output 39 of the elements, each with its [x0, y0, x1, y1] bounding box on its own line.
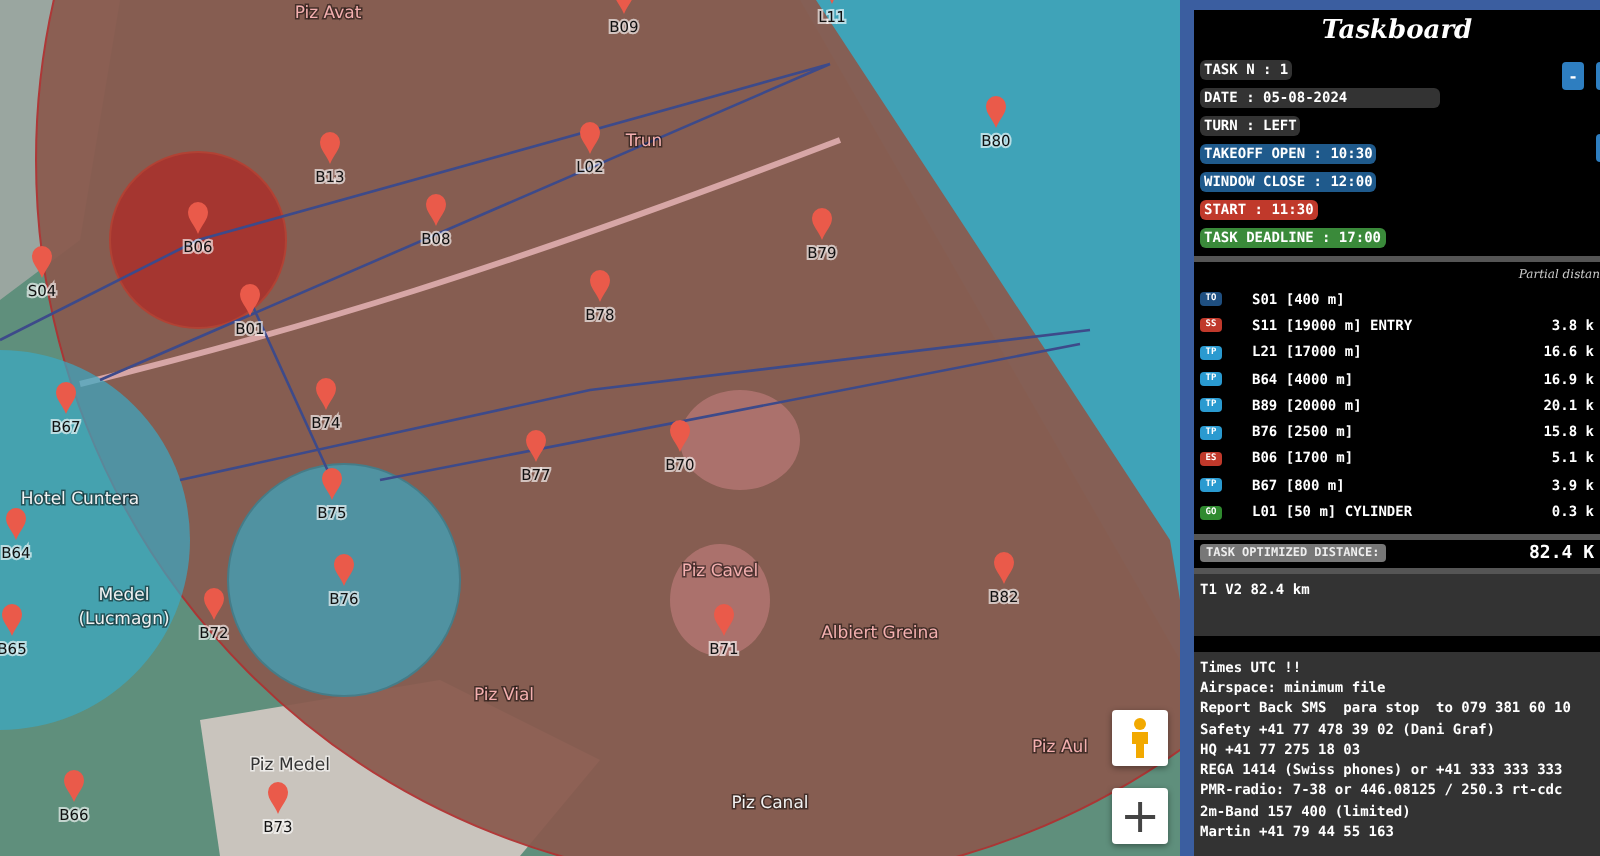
map-pin-icon[interactable]: [590, 270, 610, 302]
place-name: (Lucmagn): [78, 610, 170, 630]
map-pin-icon[interactable]: [240, 284, 260, 316]
map-pin-icon[interactable]: [614, 0, 634, 14]
map-pin-icon[interactable]: [812, 208, 832, 240]
map-pin-icon[interactable]: [2, 604, 22, 636]
map-pin-icon[interactable]: [316, 378, 336, 410]
place-name: Albiert Greina: [821, 624, 939, 644]
panel-title: Taskboard: [1319, 14, 1475, 50]
place-name: Piz Avat: [294, 4, 362, 24]
place-name: Piz Vial: [473, 686, 535, 706]
map-pin-icon[interactable]: [580, 122, 600, 154]
map-pin-icon[interactable]: [56, 382, 76, 414]
map-pin-icon[interactable]: [268, 782, 288, 814]
map-pin-icon[interactable]: [714, 604, 734, 636]
map-pin-icon[interactable]: [6, 508, 26, 540]
place-name: Medel: [98, 586, 150, 606]
map-pin-icon[interactable]: [32, 246, 52, 278]
map-pin-icon[interactable]: [426, 194, 446, 226]
map-pin-icon[interactable]: [64, 770, 84, 802]
map-pin-icon[interactable]: [670, 420, 690, 452]
map-pin-icon[interactable]: [320, 132, 340, 164]
collapse-button[interactable]: -: [1562, 62, 1584, 90]
place-name: Piz Aul: [1031, 738, 1089, 758]
map-pin-icon[interactable]: [322, 468, 342, 500]
map-pin-icon[interactable]: [204, 588, 224, 620]
map-pin-icon[interactable]: [526, 430, 546, 462]
zoom-in-button[interactable]: +: [1112, 788, 1168, 844]
map-pin-icon[interactable]: [188, 202, 208, 234]
map-pin-icon[interactable]: [334, 554, 354, 586]
optimized-distance-value: 82.4 K: [1528, 543, 1594, 564]
place-name: Hotel Cuntera: [20, 490, 140, 510]
place-name: Piz Medel: [250, 756, 330, 776]
map-pin-icon[interactable]: [986, 96, 1006, 128]
place-name: Piz Canal: [731, 794, 809, 814]
person-icon: [1128, 718, 1152, 758]
map-pin-icon[interactable]: [994, 552, 1014, 584]
place-name: Piz Cavel: [681, 562, 759, 582]
street-view-button[interactable]: [1112, 710, 1168, 766]
